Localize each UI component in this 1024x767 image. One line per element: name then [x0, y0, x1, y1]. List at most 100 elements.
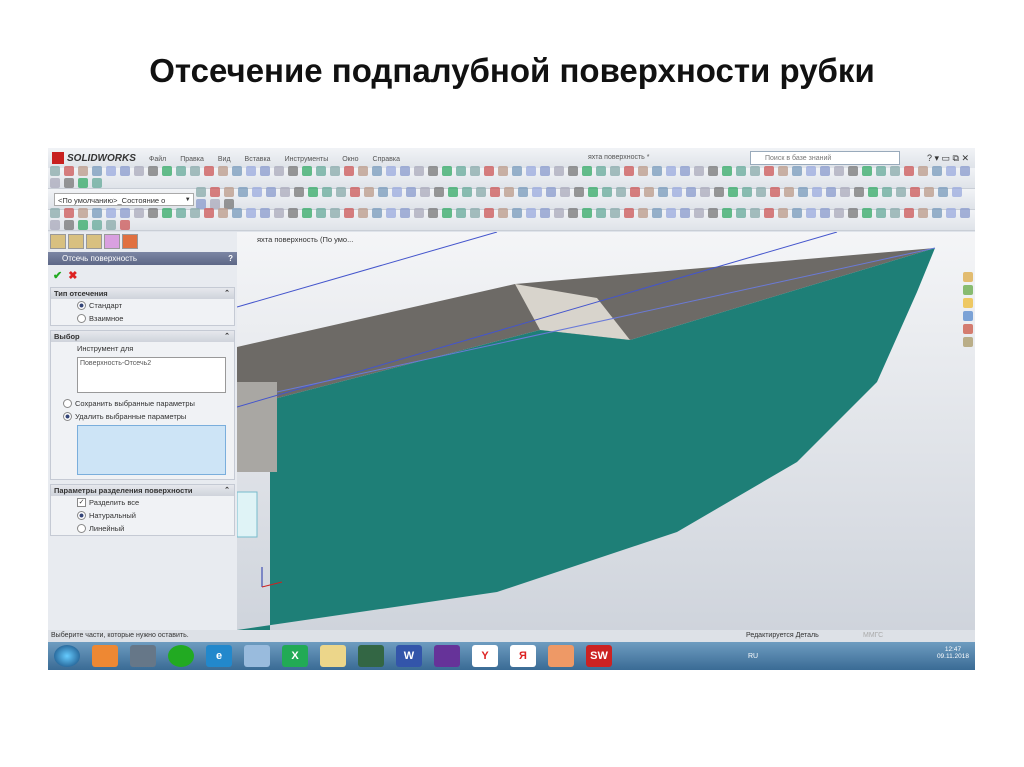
toolbar-icon[interactable]	[218, 208, 228, 218]
toolbar-icon[interactable]	[568, 166, 578, 176]
toolbar-icon[interactable]	[232, 166, 242, 176]
toolbar-icon[interactable]	[750, 166, 760, 176]
menu-item[interactable]: Окно	[342, 156, 358, 163]
toolbar-icon[interactable]	[624, 166, 634, 176]
toolbar-icon[interactable]	[265, 187, 276, 197]
toolbar-icon[interactable]	[498, 208, 508, 218]
toolbar-icon[interactable]	[400, 166, 410, 176]
toolbar-icon[interactable]	[573, 187, 584, 197]
toolbar-icon[interactable]	[78, 178, 88, 188]
property-tab-icon[interactable]	[68, 234, 84, 249]
toolbar-icon[interactable]	[106, 166, 116, 176]
toolbar-icon[interactable]	[540, 166, 550, 176]
toolbar-icon[interactable]	[545, 187, 556, 197]
radio-standard[interactable]: Стандарт	[51, 299, 234, 312]
toolbar-icon[interactable]	[274, 166, 284, 176]
toolbar-icon[interactable]	[470, 208, 480, 218]
group-header[interactable]: Тип отсечения	[51, 288, 234, 299]
toolbar-icon[interactable]	[386, 208, 396, 218]
toolbar-icon[interactable]	[293, 187, 304, 197]
toolbar-icon[interactable]	[92, 208, 102, 218]
toolbar-icon[interactable]	[223, 187, 234, 197]
toolbar-icon[interactable]	[484, 208, 494, 218]
toolbar-icon[interactable]	[727, 187, 738, 197]
toolbar-icon[interactable]	[568, 208, 578, 218]
yandex-browser-icon[interactable]: Y	[472, 645, 498, 667]
toolbar-icon[interactable]	[792, 166, 802, 176]
toolbar-icon[interactable]	[601, 187, 612, 197]
language-indicator[interactable]: RU	[748, 653, 758, 660]
toolbar-icon[interactable]	[778, 208, 788, 218]
toolbar-icon[interactable]	[358, 208, 368, 218]
toolbar-icon[interactable]	[50, 220, 60, 230]
toolbar-icon[interactable]	[923, 187, 934, 197]
toolbar-icon[interactable]	[232, 208, 242, 218]
toolbar-icon[interactable]	[960, 208, 970, 218]
toolbar-icon[interactable]	[64, 220, 74, 230]
window-controls-icon[interactable]: ? ▾ ▭ ⧉ ✕	[927, 153, 969, 164]
dim-tab-icon[interactable]	[104, 234, 120, 249]
toolbar-icon[interactable]	[736, 166, 746, 176]
toolbar-icon[interactable]	[526, 208, 536, 218]
toolbar-icon[interactable]	[643, 187, 654, 197]
toolbar-icon[interactable]	[671, 187, 682, 197]
toolbar-icon[interactable]	[540, 208, 550, 218]
toolbar-icon[interactable]	[932, 166, 942, 176]
toolbar-icon[interactable]	[503, 187, 514, 197]
toolbar-icon[interactable]	[456, 166, 466, 176]
toolbar-icon[interactable]	[489, 187, 500, 197]
toolbar-icon[interactable]	[260, 166, 270, 176]
toolbar-icon[interactable]	[442, 166, 452, 176]
toolbar-icon[interactable]	[419, 187, 430, 197]
toolbar-icon[interactable]	[657, 187, 668, 197]
toolbar-icon[interactable]	[778, 166, 788, 176]
toolbar-icon[interactable]	[78, 166, 88, 176]
toolbar-icon[interactable]	[335, 187, 346, 197]
toolbar-icon[interactable]	[190, 208, 200, 218]
toolbar-icon[interactable]	[162, 208, 172, 218]
yandex-icon[interactable]: Я	[510, 645, 536, 667]
toolbar-icon[interactable]	[349, 187, 360, 197]
toolbar-icon[interactable]	[344, 166, 354, 176]
solidworks-taskbar-icon[interactable]: SW	[586, 645, 612, 667]
toolbar-icon[interactable]	[162, 166, 172, 176]
toolbar-icon[interactable]	[853, 187, 864, 197]
menu-item[interactable]: Файл	[149, 156, 166, 163]
toolbar-icon[interactable]	[699, 187, 710, 197]
toolbar-icon[interactable]	[862, 166, 872, 176]
toolbar-icon[interactable]	[741, 187, 752, 197]
toolbar-icon[interactable]	[694, 166, 704, 176]
toolbar-icon[interactable]	[461, 187, 472, 197]
task-pane-icon[interactable]	[963, 298, 973, 308]
toolbar-icon[interactable]	[890, 166, 900, 176]
toolbar-icon[interactable]	[391, 187, 402, 197]
menu-item[interactable]: Инструменты	[285, 156, 329, 163]
toolbar-icon[interactable]	[895, 187, 906, 197]
toolbar-icon[interactable]	[92, 166, 102, 176]
toolbar-icon[interactable]	[204, 166, 214, 176]
toolbar-icon[interactable]	[666, 208, 676, 218]
toolbar-icon[interactable]	[820, 208, 830, 218]
toolbar-icon[interactable]	[918, 166, 928, 176]
toolbar-icon[interactable]	[512, 208, 522, 218]
toolbar-icon[interactable]	[764, 166, 774, 176]
toolbar-icon[interactable]	[447, 187, 458, 197]
toolbar-icon[interactable]	[624, 208, 634, 218]
toolbar-icon[interactable]	[433, 187, 444, 197]
toolbar-icon[interactable]	[218, 166, 228, 176]
menu-item[interactable]: Справка	[373, 156, 400, 163]
toolbar-icon[interactable]	[652, 166, 662, 176]
toolbar-icon[interactable]	[484, 166, 494, 176]
toolbar-icon[interactable]	[120, 208, 130, 218]
toolbar-icon[interactable]	[517, 187, 528, 197]
checkbox-split-all[interactable]: ✓ Разделить все	[51, 496, 234, 509]
speaker-icon[interactable]	[244, 645, 270, 667]
radio-mutual[interactable]: Взаимное	[51, 312, 234, 325]
toolbar-icon[interactable]	[582, 166, 592, 176]
toolbar-icon[interactable]	[638, 166, 648, 176]
toolbar-icon[interactable]	[120, 220, 130, 230]
display-tab-icon[interactable]	[122, 234, 138, 249]
menu-item[interactable]: Вид	[218, 156, 231, 163]
toolbar-icon[interactable]	[64, 208, 74, 218]
powerpoint-icon[interactable]	[548, 645, 574, 667]
